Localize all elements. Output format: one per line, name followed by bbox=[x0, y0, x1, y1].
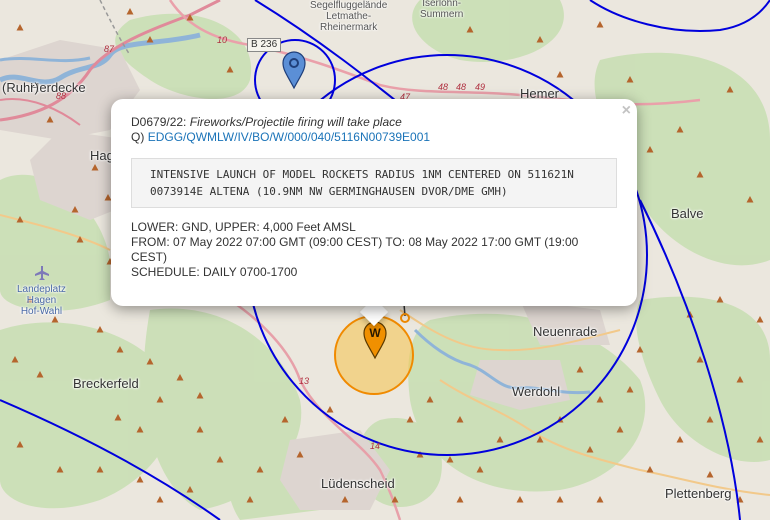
place-label-breckerfeld: Breckerfeld bbox=[73, 376, 139, 391]
place-label-iserlohn: Iserlohn- Summern bbox=[420, 0, 464, 20]
place-label-plettenberg: Plettenberg bbox=[665, 486, 732, 501]
notam-text-box: INTENSIVE LAUNCH OF MODEL ROCKETS RADIUS… bbox=[131, 158, 617, 208]
q-code-link[interactable]: EDGG/QWMLW/IV/BO/W/000/040/5116N00739E00… bbox=[148, 130, 430, 144]
place-label-balve: Balve bbox=[671, 206, 704, 221]
notam-period: FROM: 07 May 2022 07:00 GMT (09:00 CEST)… bbox=[131, 235, 579, 264]
warning-pin-glyph: W bbox=[369, 326, 381, 340]
place-label-segelfluggelaende: Segelfluggelände Letmathe- Rheinermark bbox=[310, 0, 388, 33]
notam-schedule: SCHEDULE: DAILY 0700-1700 bbox=[131, 265, 298, 279]
popup-heading: D0679/22: Fireworks/Projectile firing wi… bbox=[131, 115, 617, 130]
road-number-48b: 48 bbox=[456, 82, 467, 92]
road-number-88: 88 bbox=[56, 91, 67, 101]
popup-q-line: Q) EDGG/QWMLW/IV/BO/W/000/040/5116N00739… bbox=[131, 130, 617, 145]
road-number-13: 13 bbox=[299, 376, 310, 386]
place-label-werdohl: Werdohl bbox=[512, 384, 561, 399]
notam-limits: LOWER: GND, UPPER: 4,000 Feet AMSL bbox=[131, 220, 356, 234]
q-prefix: Q) bbox=[131, 130, 145, 144]
notam-id: D0679/22: bbox=[131, 115, 187, 129]
road-shield-b236: B 236 bbox=[247, 38, 282, 52]
place-label-luedenscheid: Lüdenscheid bbox=[321, 476, 395, 491]
notam-text-line-1: INTENSIVE LAUNCH OF MODEL ROCKETS RADIUS… bbox=[150, 168, 574, 181]
place-label-neuenrade: Neuenrade bbox=[533, 324, 598, 339]
road-number-10: 10 bbox=[217, 35, 228, 45]
notam-title: Fireworks/Projectile firing will take pl… bbox=[189, 115, 402, 129]
road-number-49: 49 bbox=[475, 82, 486, 92]
road-number-14: 14 bbox=[370, 441, 381, 451]
road-number-87: 87 bbox=[104, 44, 115, 54]
close-icon[interactable]: × bbox=[622, 103, 631, 119]
place-label-ruhr: (Ruhr) bbox=[2, 80, 39, 95]
notam-text-line-2: 0073914E ALTENA (10.9NM NW GERMINGHAUSEN… bbox=[150, 185, 508, 198]
road-number-48a: 48 bbox=[438, 82, 449, 92]
place-label-landeplatz: Landeplatz Hagen Hof-Wahl bbox=[17, 284, 66, 317]
notam-popup: × D0679/22: Fireworks/Projectile firing … bbox=[111, 99, 637, 306]
